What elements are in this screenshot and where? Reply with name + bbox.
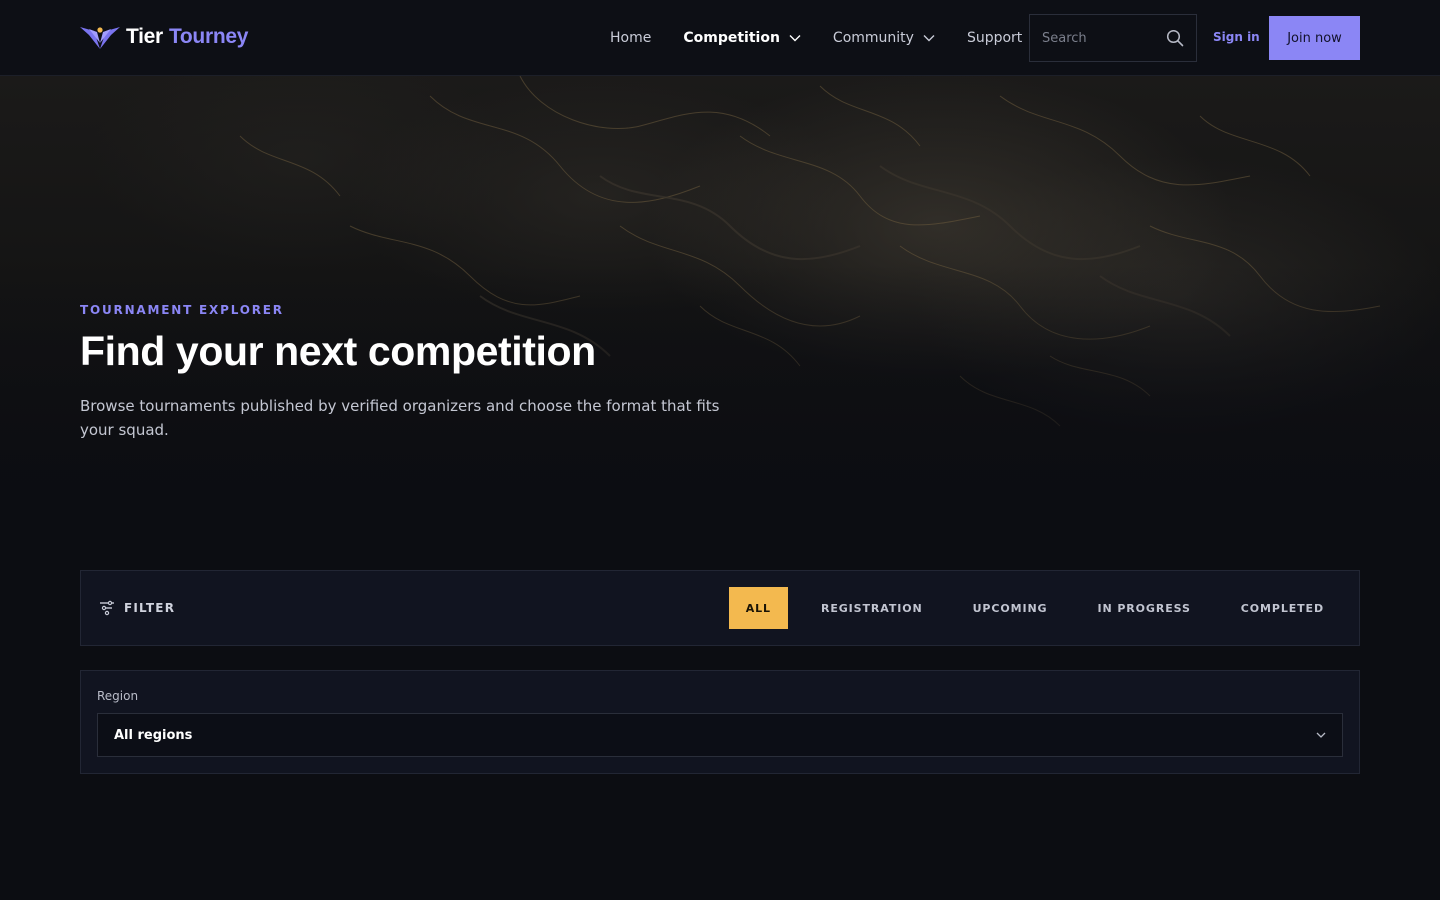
nav-item-competition[interactable]: Competition	[683, 30, 801, 46]
nav-item-label: Competition	[683, 30, 780, 46]
brand-name: Tier Tourney	[126, 25, 248, 49]
hero-subtitle: Browse tournaments published by verified…	[80, 397, 720, 439]
tab-upcoming[interactable]: UPCOMING	[956, 587, 1065, 629]
main-nav: Home Competition Community Support	[610, 0, 1022, 76]
status-filter-bar: FILTER ALL REGISTRATION UPCOMING IN PROG…	[80, 570, 1360, 646]
nav-item-label: Community	[832, 30, 914, 46]
brand-name-part2: Tourney	[168, 25, 249, 48]
nav-item-support[interactable]: Support	[967, 30, 1022, 46]
chevron-down-icon	[789, 35, 801, 42]
filter-icon	[100, 600, 114, 616]
region-selected-value: All regions	[114, 727, 193, 743]
region-label: Region	[97, 689, 139, 703]
sign-in-link[interactable]: Sign in	[1213, 30, 1260, 44]
nav-item-community[interactable]: Community	[833, 30, 935, 46]
region-select[interactable]: All regions	[97, 713, 1343, 757]
hero-eyebrow: TOURNAMENT EXPLORER	[80, 303, 284, 317]
top-navigation-bar: Tier Tourney Home Competition Community S…	[0, 0, 1440, 76]
search-input[interactable]	[1042, 30, 1160, 46]
tab-completed[interactable]: COMPLETED	[1224, 587, 1341, 629]
search-icon[interactable]	[1166, 29, 1184, 47]
chevron-down-icon	[1316, 732, 1326, 738]
tab-in-progress[interactable]: IN PROGRESS	[1081, 587, 1208, 629]
region-filter-card: Region All regions	[80, 670, 1360, 774]
brand-logo-link[interactable]: Tier Tourney	[80, 22, 248, 52]
brand-name-part1: Tier	[126, 25, 163, 48]
nav-item-label: Home	[610, 30, 652, 46]
tab-all[interactable]: ALL	[728, 587, 788, 629]
status-tabs: ALL REGISTRATION UPCOMING IN PROGRESS CO…	[728, 587, 1341, 629]
page-title: Find your next competition	[80, 328, 596, 374]
join-now-button[interactable]: Join now	[1269, 16, 1360, 60]
nav-item-label: Support	[966, 30, 1023, 46]
tab-registration[interactable]: REGISTRATION	[804, 587, 940, 629]
chevron-down-icon	[923, 35, 935, 42]
search-box	[1029, 14, 1197, 62]
filter-heading: FILTER	[99, 600, 175, 616]
filter-label: FILTER	[124, 601, 176, 615]
winged-v-logo-icon	[80, 27, 120, 49]
hero-section: TOURNAMENT EXPLORER Find your next compe…	[0, 76, 1440, 546]
nav-item-home[interactable]: Home	[610, 30, 651, 46]
